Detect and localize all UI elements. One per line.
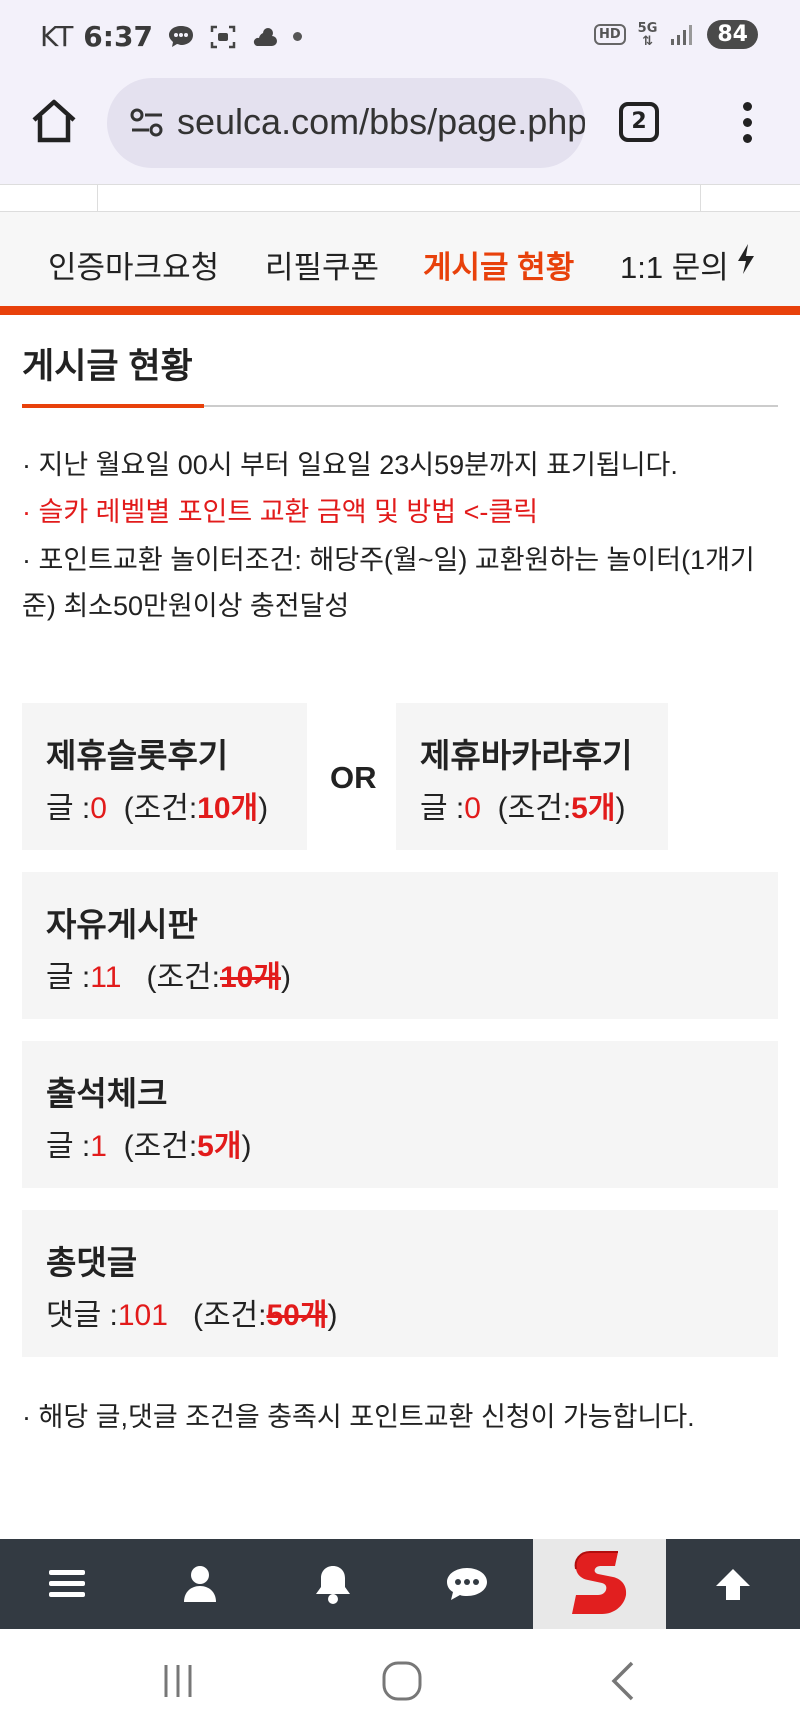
site-logo-button[interactable] [533, 1539, 666, 1629]
profile-button[interactable] [133, 1539, 266, 1629]
count-value: 0 [90, 792, 107, 825]
note-period: · 지난 월요일 00시 부터 일요일 23시59분까지 표기됩니다. [22, 450, 678, 480]
address-bar[interactable]: seulca.com/bbs/page.php [107, 78, 585, 168]
battery-indicator: 84 [707, 20, 758, 49]
user-icon [183, 1566, 216, 1602]
count-label: 댓글 : [46, 1299, 118, 1332]
home-nav-icon[interactable] [372, 1659, 432, 1703]
notifications-button[interactable] [266, 1539, 399, 1629]
recents-icon[interactable] [148, 1659, 208, 1703]
card-attendance: 출석체크 글 :1 (조건:5개) [22, 1041, 778, 1188]
count-label: 글 : [46, 961, 91, 994]
back-icon[interactable] [596, 1659, 656, 1703]
card-count-line: 글 :1 (조건:5개) [46, 1121, 251, 1165]
cond-prefix: (조건: [146, 961, 220, 994]
count-label: 글 : [46, 792, 91, 825]
cond-value: 10개 [197, 792, 259, 825]
bottom-nav [0, 1539, 800, 1629]
lightning-icon [738, 244, 754, 274]
card-count-line: 글 :0 (조건:5개) [420, 783, 625, 827]
note-eligibility: · 해당 글,댓글 조건을 충족시 포인트교환 신청이 가능합니다. [22, 1402, 695, 1432]
network-label: 5G [637, 20, 658, 36]
submenu-item-post-status[interactable]: 게시글 현황 [423, 242, 574, 287]
sub-menu: 인증마크요청 리필쿠폰 게시글 현황 1:1 문의 [0, 212, 800, 306]
carrier-label: KT [40, 20, 74, 53]
more-options-icon[interactable] [737, 102, 757, 146]
count-value: 0 [464, 792, 481, 825]
divider [97, 185, 98, 213]
card-title: 출석체크 [46, 1075, 168, 1112]
cond-suffix: ) [258, 792, 269, 825]
menu-button[interactable] [0, 1539, 133, 1629]
weather-icon [253, 27, 277, 46]
status-bar-left: KT 6:37 [40, 20, 302, 53]
chat-icon [446, 1568, 487, 1600]
cond-value: 5개 [197, 1130, 242, 1163]
bell-icon [315, 1566, 350, 1604]
notification-dot [292, 32, 302, 41]
page-title: 게시글 현황 [22, 347, 193, 386]
count-value: 1 [90, 1130, 107, 1163]
submenu-item-refill-coupon[interactable]: 리필쿠폰 [265, 242, 379, 287]
card-baccarat-review: 제휴바카라후기 글 :0 (조건:5개) [396, 703, 668, 850]
browser-toolbar: seulca.com/bbs/page.php 2 [0, 74, 800, 184]
menu-icon [48, 1570, 85, 1597]
title-underline [22, 404, 204, 408]
card-title: 제휴슬롯후기 [46, 737, 229, 774]
status-bar-right: HD 5G ⇅ 84 [593, 20, 758, 49]
submenu-item-certification[interactable]: 인증마크요청 [48, 242, 219, 287]
card-count-line: 글 :0 (조건:10개) [46, 783, 268, 827]
divider [700, 185, 701, 213]
count-label: 글 : [420, 792, 465, 825]
screenshot-icon [210, 25, 236, 48]
site-logo [571, 1551, 626, 1614]
cond-value: 50개 [266, 1299, 328, 1332]
note-exchange-link[interactable]: · 슬카 레벨별 포인트 교환 금액 및 방법 <-클릭 [22, 489, 782, 535]
submenu-item-inquiry[interactable]: 1:1 문의 [620, 242, 729, 287]
system-nav-bar [0, 1629, 800, 1734]
cond-suffix: ) [615, 792, 626, 825]
home-icon[interactable] [28, 96, 80, 148]
hd-badge: HD [593, 24, 626, 45]
clock: 6:37 [83, 20, 153, 53]
cond-prefix: (조건: [123, 792, 198, 825]
card-title: 총댓글 [46, 1244, 138, 1281]
cond-prefix: (조건: [192, 1299, 267, 1332]
signal-icon [671, 24, 693, 45]
scroll-top-button[interactable] [666, 1539, 799, 1629]
submenu-accent-line [0, 306, 800, 315]
cond-suffix: ) [280, 961, 291, 994]
count-label: 글 : [46, 1130, 91, 1163]
status-bar: KT 6:37 HD 5G ⇅ 84 [0, 0, 800, 74]
tab-switcher-button[interactable]: 2 [619, 102, 659, 142]
card-count-line: 댓글 :101 (조건:50개) [46, 1290, 337, 1334]
card-total-comments: 총댓글 댓글 :101 (조건:50개) [22, 1210, 778, 1357]
cond-value: 10개 [219, 961, 281, 994]
card-title: 제휴바카라후기 [420, 737, 633, 774]
cond-suffix: ) [241, 1130, 252, 1163]
cond-prefix: (조건: [497, 792, 572, 825]
card-slot-review: 제휴슬롯후기 글 :0 (조건:10개) [22, 703, 307, 850]
card-count-line: 글 :11 (조건:10개) [46, 952, 291, 996]
cond-prefix: (조건: [123, 1130, 198, 1163]
message-icon [168, 25, 193, 47]
network-indicator: 5G ⇅ [637, 20, 658, 49]
cond-value: 5개 [571, 792, 616, 825]
arrow-up-icon [715, 1569, 750, 1600]
top-nav-strip [0, 184, 800, 213]
url-text[interactable]: seulca.com/bbs/page.php [177, 101, 585, 143]
or-label: OR [330, 760, 377, 795]
count-value: 101 [117, 1299, 168, 1332]
card-title: 자유게시판 [46, 906, 198, 943]
note-condition: · 포인트교환 놀이터조건: 해당주(월~일) 교환원하는 놀이터(1개기준) … [22, 545, 755, 621]
card-free-board: 자유게시판 글 :11 (조건:10개) [22, 872, 778, 1019]
chat-button[interactable] [400, 1539, 533, 1629]
cond-suffix: ) [327, 1299, 338, 1332]
site-settings-icon[interactable] [129, 106, 165, 140]
count-value: 11 [90, 961, 122, 994]
